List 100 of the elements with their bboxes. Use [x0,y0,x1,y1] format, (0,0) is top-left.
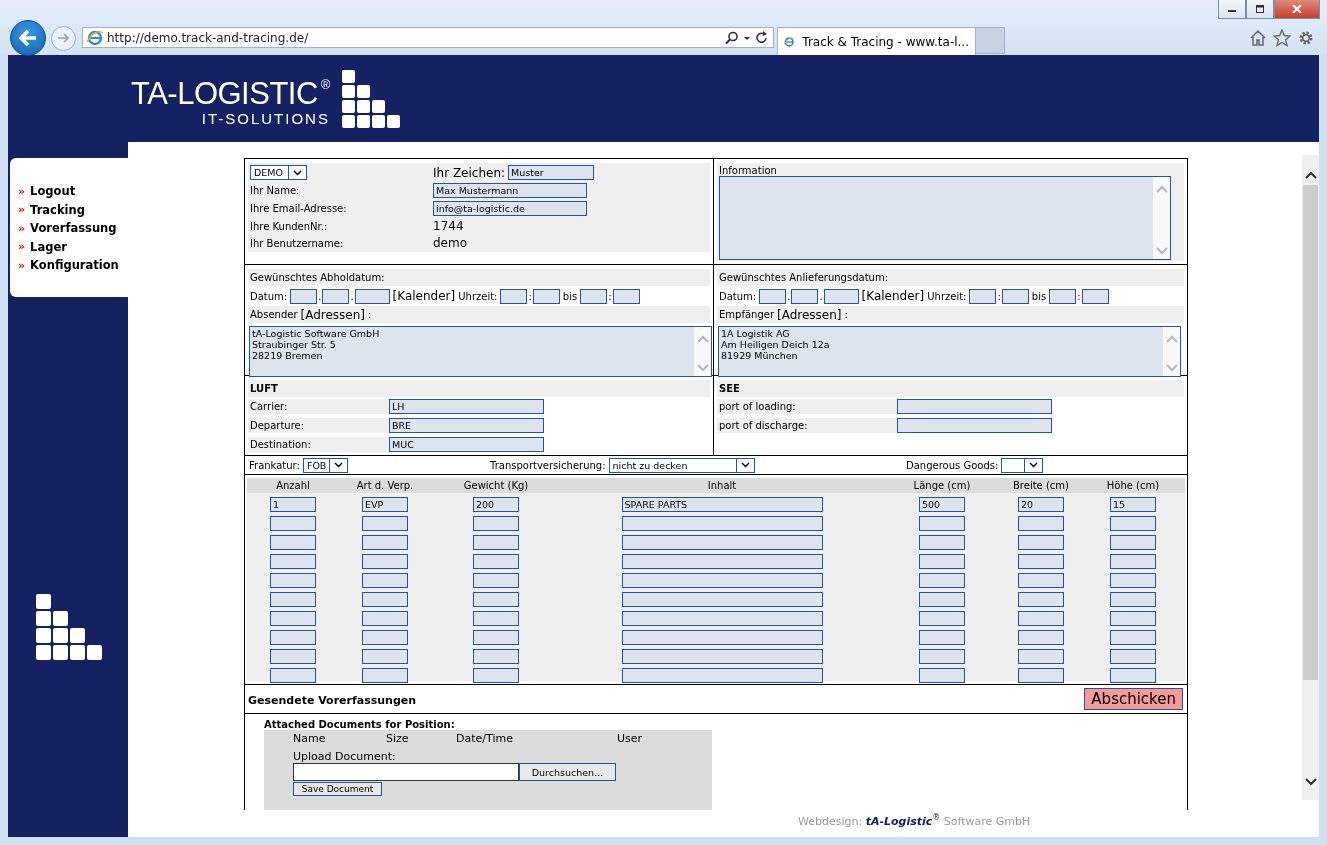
table-input[interactable] [1018,668,1064,684]
table-input[interactable] [270,592,316,608]
table-input[interactable] [621,611,823,627]
table-input[interactable] [919,516,965,532]
time-field[interactable] [580,288,608,304]
table-input[interactable] [1018,649,1064,665]
table-input[interactable] [473,573,519,589]
freight-terms-select[interactable]: FOB [302,457,348,473]
text-field[interactable]: LH [389,399,544,414]
date-field[interactable] [791,288,819,304]
year-field[interactable] [354,288,390,304]
table-input[interactable] [362,535,408,551]
account-select[interactable]: DEMO [250,165,307,180]
year-field[interactable] [823,288,859,304]
table-input[interactable] [919,630,965,646]
refresh-icon[interactable] [755,30,769,45]
table-input[interactable] [473,611,519,627]
table-input[interactable]: EVP [362,497,408,513]
table-input[interactable]: 500 [919,497,965,513]
browser-tab[interactable]: Track & Tracing - www.ta-l... [777,27,976,55]
back-button[interactable] [10,20,46,56]
time-field[interactable] [500,288,528,304]
time-field[interactable] [1049,288,1077,304]
table-input[interactable] [1110,573,1156,589]
text-field[interactable]: Max Mustermann [433,183,587,198]
table-input[interactable] [362,516,408,532]
reference-field[interactable]: Muster [508,165,595,180]
table-input[interactable] [270,516,316,532]
table-input[interactable] [270,630,316,646]
table-input[interactable] [919,611,965,627]
table-input[interactable] [1018,611,1064,627]
text-field[interactable]: BRE [389,418,544,433]
table-input[interactable] [270,611,316,627]
back-arrow-icon[interactable] [18,29,38,47]
minimize-button[interactable] [1218,0,1246,19]
text-field[interactable]: info@ta-logistic.de [433,201,587,216]
table-input[interactable]: SPARE PARTS [621,497,823,513]
browse-button[interactable]: Durchsuchen... [519,763,616,781]
table-input[interactable] [621,630,823,646]
table-input[interactable] [362,573,408,589]
table-input[interactable] [362,630,408,646]
table-input[interactable] [1110,592,1156,608]
address-book-link[interactable]: [Adressen] [300,307,366,322]
table-input[interactable] [1110,516,1156,532]
table-input[interactable] [473,554,519,570]
menu-link[interactable]: Vorerfassung [30,221,117,236]
table-input[interactable] [621,573,823,589]
table-input[interactable] [1018,573,1064,589]
date-field[interactable] [290,288,318,304]
table-input[interactable] [362,554,408,570]
table-input[interactable] [362,668,408,684]
time-field[interactable] [612,288,640,304]
table-input[interactable] [1018,554,1064,570]
time-field[interactable] [1001,288,1029,304]
close-button[interactable] [1274,0,1320,19]
menu-link[interactable]: Tracking [30,202,85,217]
table-input[interactable] [270,649,316,665]
maximize-button[interactable] [1246,0,1274,19]
table-input[interactable] [1110,554,1156,570]
address-bar[interactable]: http://demo.track-and-tracing.de/ [82,27,774,48]
table-input[interactable] [473,630,519,646]
date-field[interactable] [322,288,350,304]
home-icon[interactable] [1249,29,1267,47]
table-input[interactable]: 15 [1110,497,1156,513]
table-input[interactable] [270,668,316,684]
table-input[interactable] [621,554,823,570]
table-input[interactable] [1018,535,1064,551]
table-input[interactable] [919,573,965,589]
table-input[interactable] [1110,668,1156,684]
scrollbar[interactable] [1302,155,1319,800]
dangerous-goods-select[interactable] [1001,457,1044,473]
table-input[interactable] [270,535,316,551]
table-input[interactable]: 200 [473,497,519,513]
menu-link[interactable]: Konfiguration [30,258,119,273]
calendar-link[interactable]: [Kalender] [861,289,925,303]
text-field[interactable] [897,399,1052,414]
text-field[interactable] [897,418,1052,433]
table-input[interactable] [362,649,408,665]
address-book-link[interactable]: [Adressen] [777,307,842,322]
table-input[interactable] [919,554,965,570]
table-input[interactable] [473,516,519,532]
calendar-link[interactable]: [Kalender] [392,289,456,303]
search-icon[interactable] [725,30,739,45]
time-field[interactable] [532,288,560,304]
table-input[interactable] [1018,516,1064,532]
table-input[interactable] [621,535,823,551]
table-input[interactable] [270,573,316,589]
table-input[interactable] [362,611,408,627]
menu-link[interactable]: Lager [30,239,67,254]
table-input[interactable] [919,649,965,665]
text-field[interactable]: MUC [389,437,544,452]
table-input[interactable] [621,592,823,608]
star-icon[interactable] [1273,29,1291,47]
file-field[interactable] [293,763,519,781]
table-input[interactable]: 1 [270,497,316,513]
submit-button[interactable]: Abschicken [1084,688,1183,711]
table-input[interactable] [1018,630,1064,646]
table-input[interactable] [1110,649,1156,665]
table-input[interactable] [1110,630,1156,646]
settings-icon[interactable] [1297,29,1315,47]
